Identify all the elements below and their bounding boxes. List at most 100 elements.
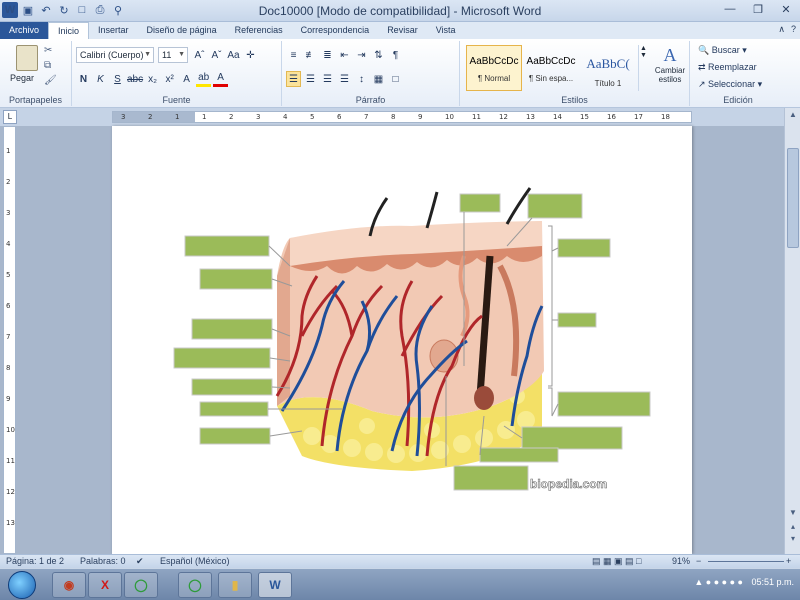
tab-mailings[interactable]: Correspondencia [292,22,379,39]
vertical-scrollbar[interactable]: ▲ ▼ ▴ ▾ [784,108,800,554]
justify-icon[interactable]: ☰ [337,71,352,87]
format-painter-icon[interactable]: 🖌 [44,75,57,86]
shrink-font-icon[interactable]: Aˇ [209,47,224,63]
taskbar-chrome-2-icon[interactable]: ◯ [178,572,212,598]
label-box-12[interactable] [557,391,651,417]
label-box-1[interactable] [184,235,270,257]
tab-view[interactable]: Vista [427,22,465,39]
subscript-icon[interactable]: x₂ [145,71,160,87]
text-effects-icon[interactable]: A [179,71,194,87]
font-name-select[interactable]: Calibri (Cuerpo) ▼ [76,47,154,63]
paste-icon[interactable] [16,45,38,71]
prev-page-icon[interactable]: ▴ [787,522,799,534]
tab-references[interactable]: Referencias [226,22,292,39]
label-box-2[interactable] [199,268,273,290]
close-icon[interactable]: ✕ [772,0,800,18]
paste-button[interactable]: Pegar [10,73,34,83]
borders-icon[interactable]: □ [388,71,403,87]
highlight-icon[interactable]: ab [196,71,212,87]
copy-icon[interactable]: ⧉ [44,60,57,71]
find-button[interactable]: 🔍 Buscar ▾ [698,45,747,56]
ruler-tick-label: 1 [202,113,207,121]
cut-icon[interactable]: ✂ [44,45,57,56]
tab-file[interactable]: Archivo [0,22,49,39]
change-styles-button[interactable]: A Cambiar estilos [650,45,690,84]
show-marks-icon[interactable]: ¶ [388,47,403,63]
font-color-icon[interactable]: A [213,71,229,87]
page-indicator[interactable]: Página: 1 de 2 [6,556,64,566]
label-box-6[interactable] [199,401,269,417]
taskbar-app-2-icon[interactable]: X [88,572,122,598]
restore-icon[interactable]: ❐ [744,0,772,18]
clock[interactable]: 05:51 p.m. [751,577,794,587]
style-normal[interactable]: AaBbCcDc ¶ Normal [466,45,522,91]
label-box-9[interactable] [527,193,583,219]
label-box-5[interactable] [191,378,273,396]
tab-selector-icon[interactable]: L [3,110,17,124]
label-box-15[interactable] [453,465,529,491]
underline-icon[interactable]: S [110,71,125,87]
bold-icon[interactable]: N [76,71,91,87]
bullets-icon[interactable]: ≡ [286,47,301,63]
document-page[interactable]: biopedia.com [112,126,692,554]
select-button[interactable]: ↗ Seleccionar ▾ [698,79,762,90]
increase-indent-icon[interactable]: ⇥ [354,47,369,63]
horizontal-ruler[interactable]: 3 2 1 1 2 3 4 5 6 7 8 9 10 11 12 13 14 15 16 17 18 [112,111,692,123]
zoom-slider[interactable] [708,561,784,562]
replace-button[interactable]: ⇄ Reemplazar [698,62,757,73]
style-no-spacing[interactable]: AaBbCcDc ¶ Sin espa... [523,45,579,91]
style-heading1[interactable]: AaBbC( Título 1 [580,45,636,91]
label-box-7[interactable] [199,427,271,445]
scroll-up-icon[interactable]: ▲ [787,110,799,122]
label-box-10[interactable] [557,238,611,258]
tab-insert[interactable]: Insertar [89,22,138,39]
align-center-icon[interactable]: ☰ [303,71,318,87]
minimize-ribbon-icon[interactable]: ∧ [778,24,785,35]
taskbar-app-1-icon[interactable]: ◉ [52,572,86,598]
line-spacing-icon[interactable]: ↕ [354,71,369,87]
scroll-thumb[interactable] [787,148,799,248]
multilevel-list-icon[interactable]: ≣ [320,47,335,63]
styles-scroll[interactable]: ▲ ▼ [638,45,648,91]
minimize-icon[interactable]: — [716,0,744,18]
tab-page-layout[interactable]: Diseño de página [138,22,226,39]
help-icon[interactable]: ? [791,24,796,35]
label-box-4[interactable] [173,347,271,369]
tab-review[interactable]: Revisar [378,22,427,39]
zoom-out-icon[interactable]: − [696,556,701,566]
font-size-select[interactable]: 11 ▼ [158,47,188,63]
taskbar-word-icon[interactable]: W [258,572,292,598]
tray-icons[interactable]: ▲ ● ● ● ● ● [694,577,743,587]
zoom-level[interactable]: 91% [672,556,690,566]
ruler-tick-label: 2 [6,178,11,186]
word-count[interactable]: Palabras: 0 [80,556,126,566]
view-buttons[interactable]: ▤ ▦ ▣ ▤ □ [592,556,641,567]
clear-formatting-icon[interactable]: ✛ [243,47,258,63]
superscript-icon[interactable]: x² [162,71,177,87]
label-box-13[interactable] [521,426,623,450]
scroll-down-icon[interactable]: ▼ [787,508,799,520]
taskbar-chrome-icon[interactable]: ◯ [124,572,158,598]
tab-home[interactable]: Inicio [48,22,90,39]
label-box-11[interactable] [557,312,597,328]
language-indicator[interactable]: Español (México) [160,556,230,566]
grow-font-icon[interactable]: Aˆ [192,47,207,63]
align-right-icon[interactable]: ☰ [320,71,335,87]
next-page-icon[interactable]: ▾ [787,534,799,546]
decrease-indent-icon[interactable]: ⇤ [337,47,352,63]
shading-icon[interactable]: ▦ [371,71,386,87]
start-button[interactable] [8,571,36,599]
zoom-in-icon[interactable]: + [786,556,791,566]
vertical-ruler[interactable]: 1 2 3 4 5 6 7 8 9 10 11 12 13 [3,126,16,554]
numbering-icon[interactable]: ≢ [303,47,318,63]
strikethrough-icon[interactable]: abc [127,71,143,87]
spell-check-icon[interactable]: ✔ [136,556,144,567]
label-box-3[interactable] [191,318,273,340]
italic-icon[interactable]: K [93,71,108,87]
sort-icon[interactable]: ⇅ [371,47,386,63]
align-left-icon[interactable]: ☰ [286,71,301,87]
label-box-8[interactable] [459,193,501,213]
taskbar-folder-icon[interactable]: ▮ [218,572,252,598]
change-case-icon[interactable]: Aa [226,47,241,63]
label-box-14[interactable] [479,447,559,463]
